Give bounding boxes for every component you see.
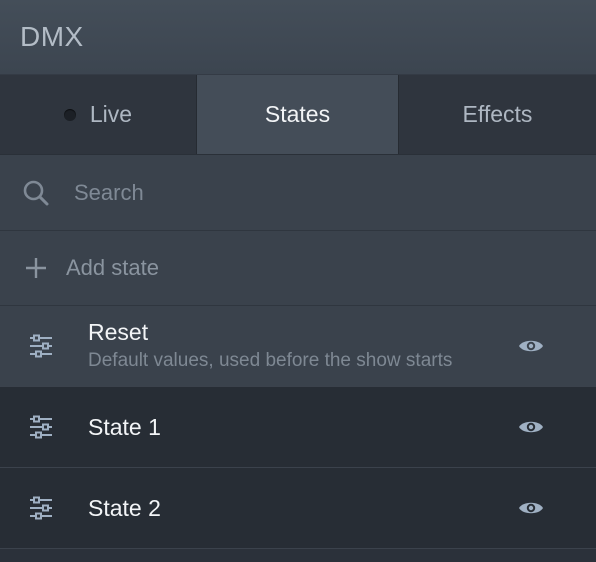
tab-live[interactable]: Live	[0, 75, 197, 154]
app-title: DMX	[20, 21, 84, 52]
state-name: State 1	[88, 414, 161, 440]
tab-effects-label: Effects	[462, 101, 533, 127]
eye-icon[interactable]	[518, 417, 544, 437]
search-bar	[0, 155, 596, 231]
tab-bar: Live States Effects	[0, 75, 596, 155]
tab-states-label: States	[264, 101, 331, 127]
state-name: Reset	[88, 319, 149, 345]
tab-live-label: Live	[89, 101, 133, 127]
dmx-panel: DMX Live States Effects Add state	[0, 0, 596, 562]
state-description: Default values, used before the show sta…	[88, 350, 453, 371]
add-state-button[interactable]: Add state	[0, 231, 596, 306]
state-item-state-2[interactable]: State 2	[0, 468, 596, 549]
title-bar: DMX	[0, 0, 596, 75]
eye-icon[interactable]	[518, 498, 544, 518]
sliders-icon	[30, 496, 52, 520]
tab-states[interactable]: States	[197, 75, 398, 154]
state-item-state-1[interactable]: State 1	[0, 387, 596, 468]
live-status-dot-icon	[63, 108, 76, 121]
plus-icon	[26, 258, 46, 278]
search-icon	[23, 180, 49, 205]
state-item-reset[interactable]: Reset Default values, used before the sh…	[0, 306, 596, 387]
search-input[interactable]	[72, 178, 536, 207]
state-name: State 2	[88, 495, 161, 521]
eye-icon[interactable]	[518, 336, 544, 356]
sliders-icon	[30, 334, 52, 358]
add-state-label: Add state	[66, 255, 159, 280]
tab-effects[interactable]: Effects	[398, 75, 596, 154]
sliders-icon	[30, 415, 52, 439]
